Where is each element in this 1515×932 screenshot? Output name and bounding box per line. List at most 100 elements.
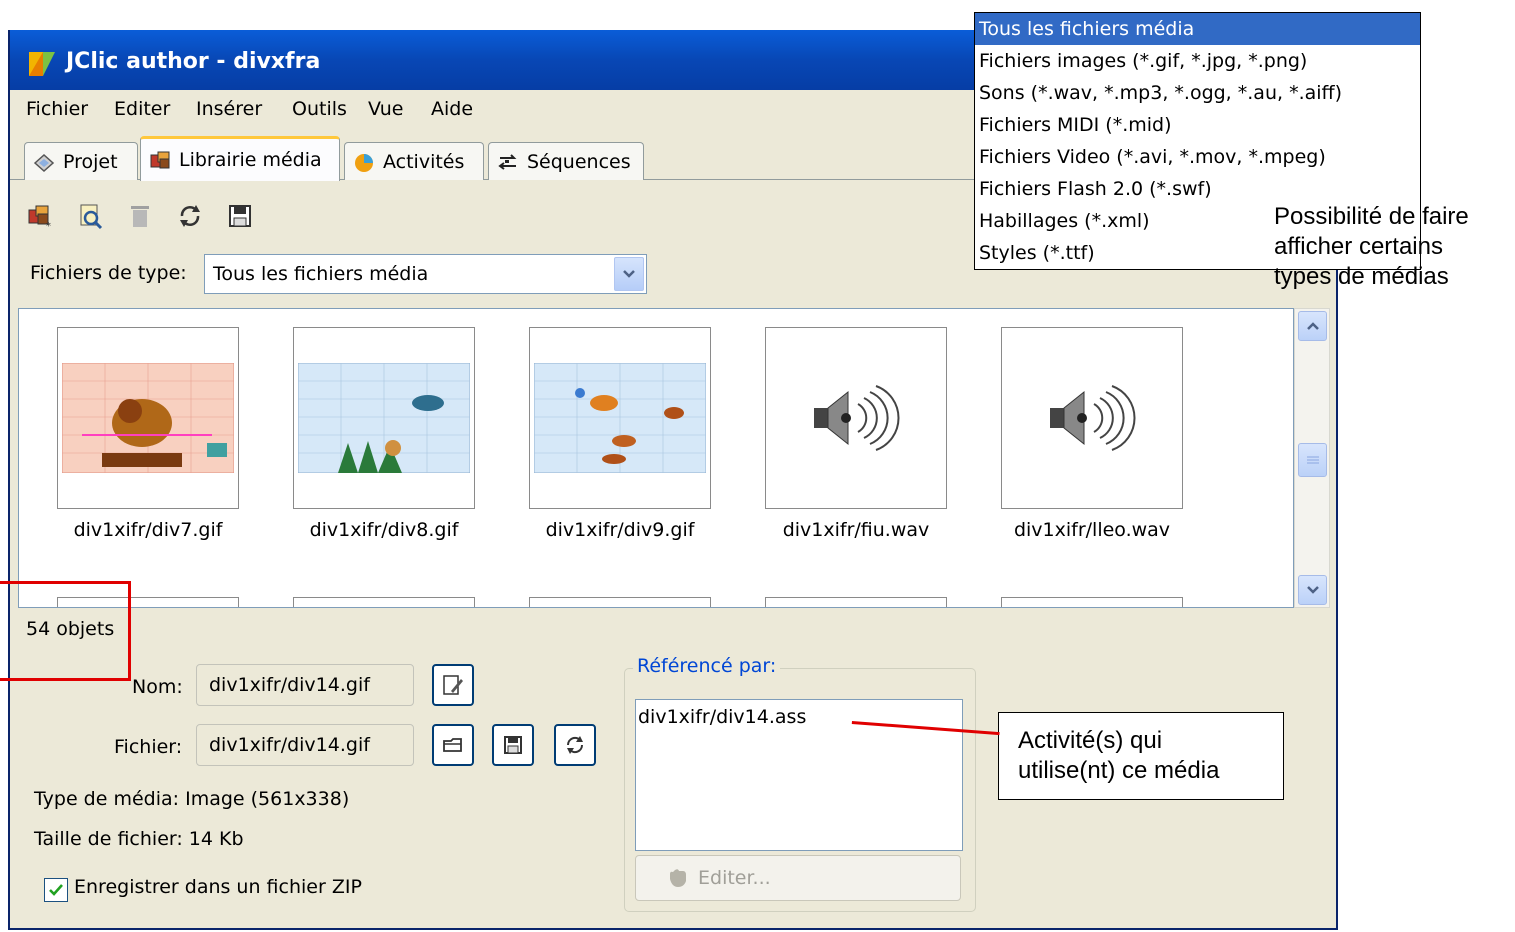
media-type-text: Type de média: Image (561x338) [34, 788, 350, 810]
referenced-by-group: Référencé par: div1xifr/div14.ass Editer… [624, 655, 976, 912]
gallery-item-div9[interactable] [529, 327, 711, 509]
referenced-by-list[interactable]: div1xifr/div14.ass [635, 699, 963, 851]
gallery-item-lleo[interactable] [1001, 327, 1183, 509]
gallery-item-label: div1xifr/div8.gif [309, 519, 459, 541]
chevron-up-icon [1306, 322, 1319, 330]
tab-librairie-media-label: Librairie média [179, 149, 322, 171]
referenced-by-item[interactable]: div1xifr/div14.ass [638, 706, 806, 728]
menu-fichier[interactable]: Fichier [26, 98, 88, 120]
update-icon [180, 205, 200, 227]
usage-annotation: Activité(s) qui utilise(nt) ce média [1018, 726, 1219, 786]
count-highlight-bottom [0, 678, 131, 681]
tab-sequences-label: Séquences [527, 150, 631, 173]
scroll-up-button[interactable] [1298, 311, 1327, 341]
name-field[interactable]: div1xifr/div14.gif [196, 664, 414, 706]
count-highlight-right [128, 581, 131, 681]
edit-activity-button[interactable]: Editer... [635, 855, 961, 901]
menu-editer[interactable]: Editer [114, 98, 170, 120]
tab-activites[interactable]: Activités [344, 142, 484, 180]
export-button[interactable] [224, 200, 256, 232]
add-media-icon: * [28, 205, 51, 230]
sequences-icon [498, 153, 517, 170]
menu-aide[interactable]: Aide [431, 98, 473, 120]
zip-checkbox[interactable] [44, 878, 68, 902]
menu-inserer[interactable]: Insérer [196, 98, 262, 120]
usage-annotation-line: utilise(nt) ce média [1018, 757, 1220, 784]
rename-button[interactable] [432, 664, 474, 706]
chevron-down-icon [1306, 586, 1319, 594]
add-media-button[interactable]: * [24, 200, 56, 232]
tab-activites-label: Activités [383, 150, 465, 173]
option-sounds[interactable]: Sons (*.wav, *.mp3, *.ogg, *.au, *.aiff) [975, 77, 1420, 109]
window-title: JClic author - divxfra [66, 49, 321, 74]
media-library-icon [150, 151, 170, 169]
save-icon [504, 736, 522, 754]
file-size-text: Taille de fichier: 14 Kb [34, 828, 244, 850]
file-type-value: Tous les fichiers média [213, 263, 429, 285]
toolbar: * [24, 196, 256, 236]
scroll-down-button[interactable] [1298, 575, 1327, 605]
tab-projet[interactable]: Projet [24, 142, 138, 180]
project-icon [33, 153, 55, 172]
hand-icon [670, 869, 686, 887]
zip-label: Enregistrer dans un fichier ZIP [74, 876, 362, 898]
types-annotation: Possibilité de faire afficher certains t… [1274, 202, 1469, 292]
tab-sequences[interactable]: Séquences [488, 142, 644, 180]
file-type-dropdown-button[interactable] [614, 257, 644, 291]
option-images[interactable]: Fichiers images (*.gif, *.jpg, *.png) [975, 45, 1420, 77]
scroll-thumb[interactable] [1298, 443, 1327, 477]
types-annotation-line: types de médias [1274, 263, 1449, 290]
svg-text:*: * [46, 221, 51, 230]
gallery-scrollbar[interactable] [1294, 308, 1330, 608]
gallery-item-partial[interactable] [293, 597, 475, 607]
save-file-button[interactable] [492, 724, 534, 766]
object-count: 54 objets [26, 618, 115, 640]
gallery-item-partial[interactable] [1001, 597, 1183, 607]
gallery-item-label: div1xifr/div7.gif [73, 519, 223, 541]
update-file-button[interactable] [554, 724, 596, 766]
gallery-item-label: div1xifr/div9.gif [545, 519, 695, 541]
open-file-button[interactable] [432, 724, 474, 766]
edit-icon [443, 675, 463, 695]
image-thumbnail [534, 363, 706, 473]
grip-icon [1306, 456, 1319, 464]
folder-icon [443, 738, 462, 752]
speaker-icon [814, 385, 900, 451]
gallery-item-label: div1xifr/lleo.wav [1013, 519, 1171, 541]
export-icon [229, 205, 251, 227]
option-midi[interactable]: Fichiers MIDI (*.mid) [975, 109, 1420, 141]
menu-outils[interactable]: Outils [292, 98, 347, 120]
menu-vue[interactable]: Vue [368, 98, 403, 120]
update-button[interactable] [174, 200, 206, 232]
gallery-item-partial[interactable] [529, 597, 711, 607]
gallery-item-div7[interactable] [57, 327, 239, 509]
preview-icon [80, 204, 103, 230]
count-highlight-top [0, 581, 131, 584]
image-thumbnail [62, 363, 234, 473]
speaker-icon [1050, 385, 1136, 451]
delete-icon [131, 206, 149, 227]
types-annotation-line: afficher certains [1274, 233, 1443, 260]
option-video[interactable]: Fichiers Video (*.avi, *.mov, *.mpeg) [975, 141, 1420, 173]
file-label: Fichier: [114, 736, 183, 758]
gallery-item-div8[interactable] [293, 327, 475, 509]
tab-librairie-media[interactable]: Librairie média [140, 136, 340, 181]
file-type-label: Fichiers de type: [30, 262, 187, 284]
referenced-by-legend: Référencé par: [633, 655, 781, 677]
types-annotation-line: Possibilité de faire [1274, 203, 1469, 230]
delete-button[interactable] [124, 200, 156, 232]
chevron-down-icon [623, 270, 635, 278]
update-icon [566, 736, 584, 754]
preview-button[interactable] [74, 200, 106, 232]
option-all-media[interactable]: Tous les fichiers média [975, 13, 1420, 45]
image-thumbnail [298, 363, 470, 473]
name-label: Nom: [132, 676, 183, 698]
gallery-item-fiu[interactable] [765, 327, 947, 509]
gallery-item-partial[interactable] [765, 597, 947, 607]
activities-icon [355, 153, 373, 172]
file-type-select[interactable]: Tous les fichiers média [204, 254, 647, 294]
option-flash[interactable]: Fichiers Flash 2.0 (*.swf) [975, 173, 1420, 205]
tab-projet-label: Projet [63, 150, 118, 173]
gallery-item-partial[interactable] [57, 597, 239, 607]
file-field[interactable]: div1xifr/div14.gif [196, 724, 414, 766]
